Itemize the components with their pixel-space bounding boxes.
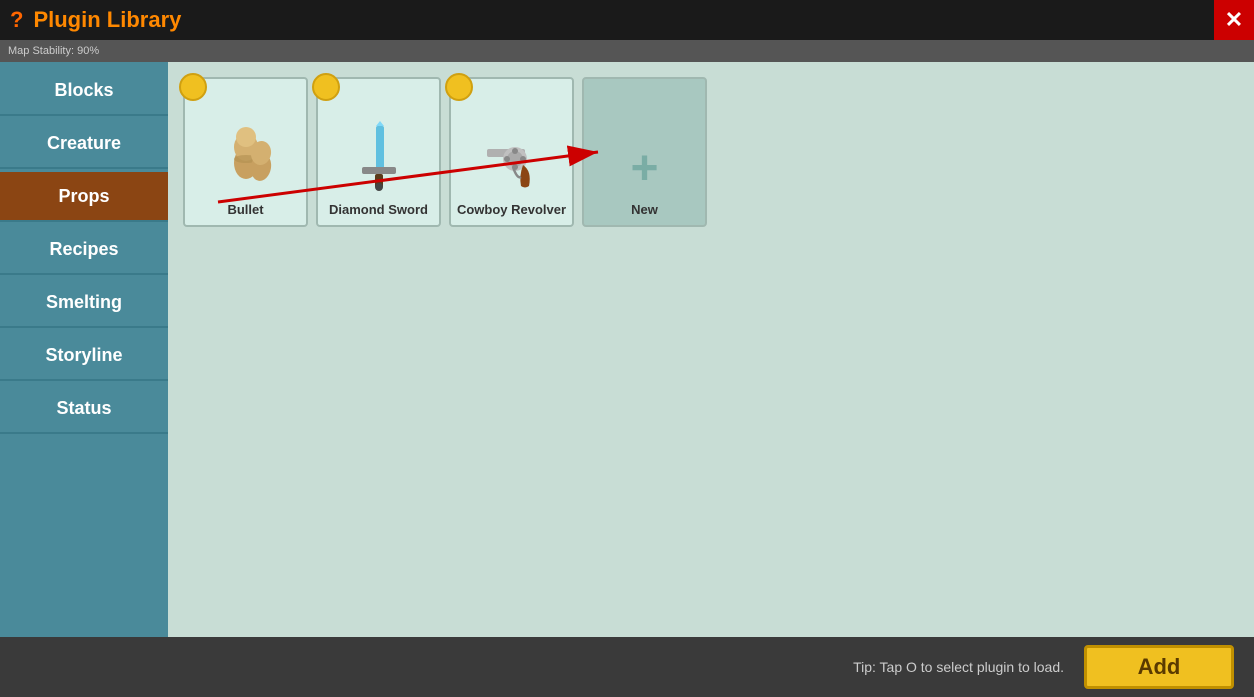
bullet-icon xyxy=(206,116,286,196)
help-icon[interactable]: ? xyxy=(10,7,23,33)
sidebar-item-status[interactable]: Status xyxy=(0,384,168,434)
new-label: New xyxy=(631,202,658,217)
sidebar: Blocks Creature Props Recipes Smelting S… xyxy=(0,62,168,637)
bullet-label: Bullet xyxy=(227,202,263,217)
tip-text: Tip: Tap O to select plugin to load. xyxy=(853,659,1064,675)
main-layout: Blocks Creature Props Recipes Smelting S… xyxy=(0,62,1254,637)
breadcrumb: Map Stability: 90% xyxy=(8,45,99,57)
bottom-bar: Tip: Tap O to select plugin to load. Add xyxy=(0,637,1254,697)
sidebar-item-creature[interactable]: Creature xyxy=(0,119,168,169)
plugin-card-diamond-sword[interactable]: Diamond Sword xyxy=(316,77,441,227)
plugin-card-new[interactable]: + New xyxy=(582,77,707,227)
content-area: Bullet xyxy=(168,62,1254,637)
sidebar-item-smelting[interactable]: Smelting xyxy=(0,278,168,328)
plus-icon: + xyxy=(630,141,658,196)
sidebar-item-storyline[interactable]: Storyline xyxy=(0,331,168,381)
diamond-sword-badge xyxy=(312,73,340,101)
plugin-card-bullet[interactable]: Bullet xyxy=(183,77,308,227)
cowboy-revolver-label: Cowboy Revolver xyxy=(457,202,566,217)
breadcrumb-bar: Map Stability: 90% xyxy=(0,40,1254,62)
cowboy-revolver-badge xyxy=(445,73,473,101)
plugin-grid: Bullet xyxy=(183,77,1239,227)
close-button[interactable]: ✕ xyxy=(1214,0,1254,40)
revolver-icon xyxy=(472,116,552,196)
app-title: Plugin Library xyxy=(33,7,181,33)
sidebar-item-recipes[interactable]: Recipes xyxy=(0,225,168,275)
diamond-sword-label: Diamond Sword xyxy=(329,202,428,217)
bullet-badge xyxy=(179,73,207,101)
add-button[interactable]: Add xyxy=(1084,645,1234,689)
sword-icon xyxy=(339,116,419,196)
plugin-card-cowboy-revolver[interactable]: Cowboy Revolver xyxy=(449,77,574,227)
header: ? Plugin Library ✕ xyxy=(0,0,1254,40)
sidebar-item-blocks[interactable]: Blocks xyxy=(0,66,168,116)
sidebar-item-props[interactable]: Props xyxy=(0,172,168,222)
